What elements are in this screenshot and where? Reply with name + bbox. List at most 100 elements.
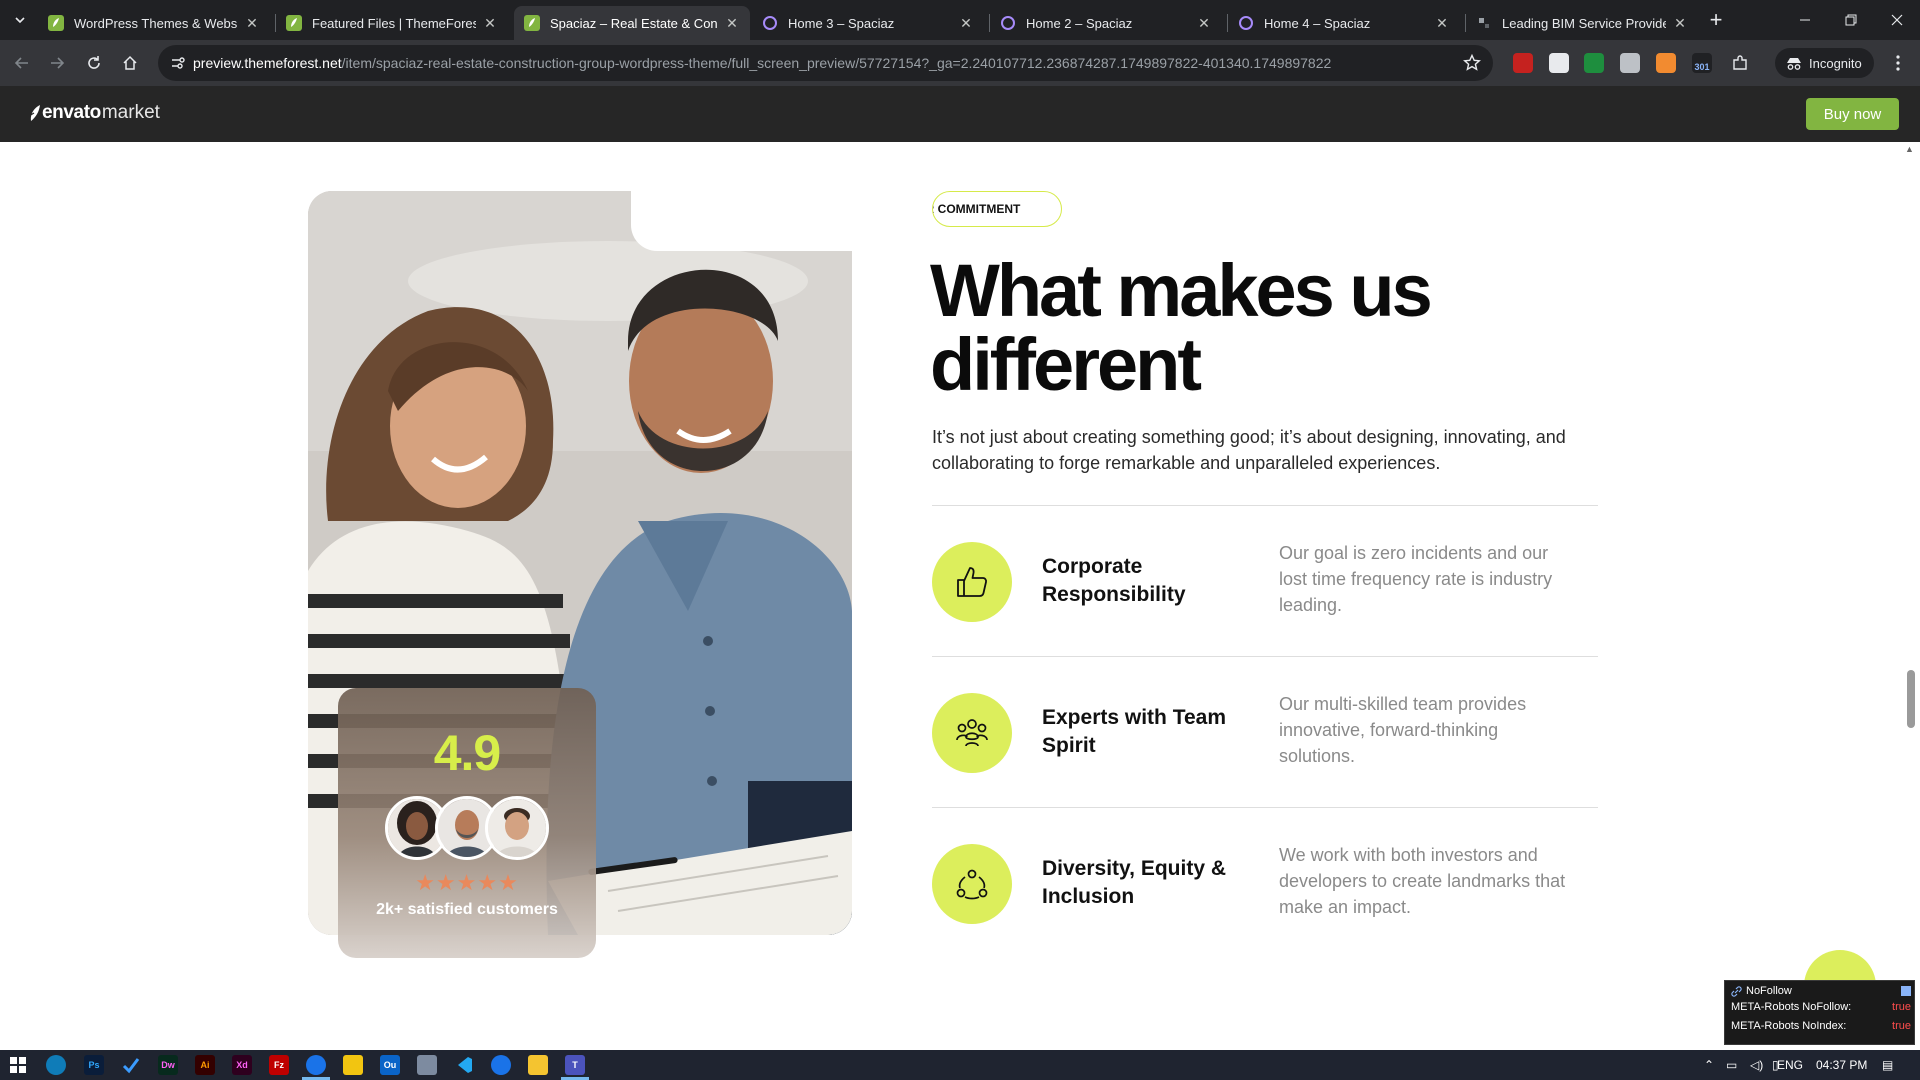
forward-button[interactable] [45,51,69,75]
language-indicator[interactable]: ENG [1777,1058,1803,1072]
nofollow-row: META-Robots NoIndex: true [1731,1020,1911,1032]
browser-toolbar: preview.themeforest.net/item/spaciaz-rea… [0,40,1920,86]
extension-printer-icon[interactable] [1549,53,1569,73]
row-label: META-Robots NoIndex: [1731,1020,1847,1032]
url-domain: preview.themeforest.net [193,55,342,71]
logo-text-light: market [101,102,160,123]
kebab-menu-icon [1896,55,1900,71]
site-info-icon[interactable] [170,55,186,71]
photoshop-icon[interactable]: Ps [84,1055,104,1075]
tab-search-button[interactable] [8,8,32,32]
outlook-icon[interactable]: Ou [380,1055,400,1075]
feature-icon-badge [932,542,1012,622]
close-tab-icon[interactable]: ✕ [958,15,974,31]
edge-browser-icon[interactable] [46,1055,66,1075]
tray-chevron-up-icon[interactable]: ⌃ [1704,1058,1714,1072]
browser-tab-4[interactable]: Home 3 – Spaciaz ✕ [752,6,984,40]
extension-camera-icon[interactable] [1620,53,1640,73]
link-icon [1731,985,1742,997]
tab-title: Home 2 – Spaciaz [1026,15,1133,31]
rating-card: 4.9 ★★★★★ 2k+ satisfied customers [338,688,596,958]
browser-tab-1[interactable]: WordPress Themes & Website Templates ✕ [38,6,270,40]
extension-redirect-icon[interactable]: 301 [1692,53,1712,73]
feature-description: We work with both investors and develope… [1279,845,1566,917]
tab-title: Spaciaz – Real Estate & Construction [550,15,718,31]
feature-icon-badge [932,844,1012,924]
close-tab-icon[interactable]: ✕ [1672,15,1688,31]
close-window-button[interactable] [1874,0,1920,40]
feature-title: Diversity, Equity & Inclusion [1042,857,1226,908]
tab-title: WordPress Themes & Website Templates [74,15,238,31]
page-scrollbar[interactable] [1904,142,1920,1050]
url-text[interactable]: preview.themeforest.net/item/spaciaz-rea… [193,55,1331,71]
rating-stars: ★★★★★ [415,870,519,895]
extension-seo-icon[interactable] [1584,53,1604,73]
eyebrow-text: R COMMITMENT [932,202,1021,216]
buy-now-button[interactable]: Buy now [1806,98,1899,130]
reload-button[interactable] [82,51,106,75]
back-button[interactable] [10,51,34,75]
checkmark-app-icon[interactable] [121,1055,141,1075]
chrome-alt-icon[interactable] [491,1055,511,1075]
spaciaz-ring-icon [762,15,778,31]
envato-market-logo[interactable]: envato market [28,102,160,124]
adobe-xd-icon[interactable]: Xd [232,1055,252,1075]
envato-leaf-icon [286,15,302,31]
envato-leaf-icon [48,15,64,31]
new-tab-button[interactable]: + [1704,7,1728,32]
browser-tab-3[interactable]: Spaciaz – Real Estate & Construction ✕ [514,6,750,40]
browser-tab-7[interactable]: Leading BIM Service Provider | ✕ [1466,6,1698,40]
address-bar[interactable]: preview.themeforest.net/item/spaciaz-rea… [158,45,1493,81]
close-tab-icon[interactable]: ✕ [244,15,260,31]
close-tab-icon[interactable]: ✕ [1196,15,1212,31]
incognito-icon [1787,58,1801,70]
feature-title: Experts with Team Spirit [1042,706,1226,757]
dreamweaver-icon[interactable]: Dw [158,1055,178,1075]
illustrator-icon[interactable]: Ai [195,1055,215,1075]
clock[interactable]: 04:37 PM [1816,1058,1867,1072]
close-tab-icon[interactable]: ✕ [724,15,740,31]
browser-tab-5[interactable]: Home 2 – Spaciaz ✕ [990,6,1222,40]
scroll-up-arrow-icon[interactable]: ▲ [1905,144,1914,154]
volume-icon[interactable]: ◁) [1750,1058,1763,1072]
browser-tab-2[interactable]: Featured Files | ThemeForest ✕ [276,6,508,40]
minimize-button[interactable] [1782,0,1828,40]
vscode-icon[interactable] [454,1055,474,1075]
envato-preview-bar: envato market Buy now [0,86,1920,142]
scrollbar-thumb[interactable] [1907,670,1915,728]
file-explorer-icon[interactable] [528,1055,548,1075]
filezilla-icon[interactable]: Fz [269,1055,289,1075]
panel-toggle-icon[interactable] [1901,986,1911,996]
network-icon[interactable]: ▭ [1726,1058,1737,1072]
browser-menu-button[interactable] [1886,51,1910,75]
feature-description: Our goal is zero incidents and our lost … [1279,543,1553,615]
envato-leaf-icon [524,15,540,31]
rating-score: 4.9 [433,725,502,781]
extension-fire-icon[interactable] [1656,53,1676,73]
notepad-icon[interactable] [417,1055,437,1075]
close-tab-icon[interactable]: ✕ [1434,15,1450,31]
reload-icon [88,56,100,69]
arrow-right-icon [51,57,65,69]
bim-icon [1476,15,1492,31]
extensions-button[interactable] [1728,51,1752,75]
close-tab-icon[interactable]: ✕ [482,15,498,31]
extension-red-icon[interactable] [1513,53,1533,73]
divider [932,505,1598,506]
restore-button[interactable] [1828,0,1874,40]
notifications-icon[interactable]: ▤ [1882,1058,1893,1072]
chrome-icon[interactable] [306,1055,326,1075]
incognito-indicator[interactable]: Incognito [1775,48,1874,78]
browser-tab-6[interactable]: Home 4 – Spaciaz ✕ [1228,6,1460,40]
close-icon [1891,14,1903,26]
nofollow-extension-panel: NoFollow META-Robots NoFollow: true META… [1724,980,1915,1045]
divider [932,656,1598,657]
sticky-notes-icon[interactable] [343,1055,363,1075]
teams-icon[interactable]: T [565,1055,585,1075]
home-button[interactable] [118,51,142,75]
windows-start-icon[interactable] [8,1055,28,1075]
minimize-icon [1800,19,1810,21]
feature-description: Our multi-skilled team provides innovati… [1279,694,1527,766]
section-lead-text: It’s not just about creating something g… [932,427,1566,473]
bookmark-star-icon[interactable] [1463,54,1481,72]
